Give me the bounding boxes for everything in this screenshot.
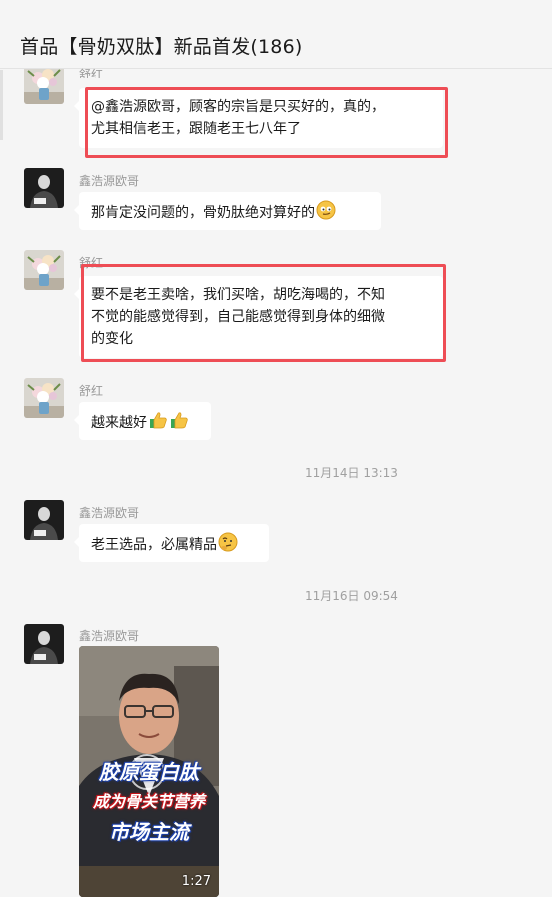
message-line: @鑫浩源欧哥，顾客的宗旨是只买好的，真的，	[91, 99, 385, 115]
message-sender: 鑫浩源欧哥	[79, 629, 140, 643]
avatar-flower-vase[interactable]	[24, 250, 64, 290]
message-line: 老王选品，必属精品	[91, 537, 217, 553]
message-line: 不觉的能感觉得到，自己能感觉得到身体的细微	[91, 309, 385, 325]
flower-vase-icon	[24, 378, 64, 418]
thumbs-up-emoji-icon	[150, 412, 167, 429]
message-line: 越来越好	[91, 415, 147, 431]
flower-vase-icon	[24, 250, 64, 290]
video-caption-line: 市场主流	[109, 820, 189, 844]
avatar-man[interactable]	[24, 168, 64, 208]
avatar-man[interactable]	[24, 624, 64, 664]
chat-title[interactable]: 首品【骨奶双肽】新品首发(186)	[20, 32, 303, 59]
timestamp-text: 11月14日 13:13	[305, 466, 398, 480]
message-sender: 舒红	[79, 68, 104, 78]
message-bubble[interactable]: 老王选品，必属精品	[74, 524, 269, 562]
message-bubble[interactable]: @鑫浩源欧哥，顾客的宗旨是只买好的，真的， 尤其相信老王，跟随老王七八年了	[74, 88, 443, 148]
man-portrait-icon	[24, 624, 64, 664]
timestamp-text: 11月16日 09:54	[305, 589, 398, 603]
message-bubble[interactable]: 越来越好	[74, 402, 211, 440]
avatar-flower-vase[interactable]	[24, 378, 64, 418]
message-sender: 舒红	[79, 256, 104, 270]
avatar-man[interactable]	[24, 500, 64, 540]
flower-vase-icon	[24, 69, 64, 104]
smirk-emoji-icon	[316, 200, 336, 220]
message-line: 尤其相信老王，跟随老王七八年了	[91, 121, 301, 137]
message-sender: 鑫浩源欧哥	[79, 506, 140, 520]
man-portrait-icon	[24, 168, 64, 208]
message-sender: 舒红	[79, 384, 104, 398]
message-line: 的变化	[91, 331, 133, 347]
thinking-emoji-icon	[218, 532, 238, 552]
thumbs-up-emoji-icon	[171, 412, 188, 429]
message-sender: 鑫浩源欧哥	[79, 174, 140, 188]
message-line: 那肯定没问题的，骨奶肽绝对算好的	[91, 205, 315, 221]
man-portrait-icon	[24, 500, 64, 540]
video-duration: 1:27	[181, 874, 211, 889]
chat-header: 首品【骨奶双肽】新品首发(186)	[0, 0, 552, 69]
video-caption-line: 成为骨关节营养	[92, 792, 205, 811]
message-bubble[interactable]: 那肯定没问题的，骨奶肽绝对算好的	[74, 192, 381, 230]
avatar-flower-vase[interactable]	[24, 69, 64, 104]
message-line: 要不是老王卖啥，我们买啥，胡吃海喝的，不知	[91, 287, 385, 303]
video-caption-line: 胶原蛋白肽	[99, 760, 199, 784]
message-bubble[interactable]: 要不是老王卖啥，我们买啥，胡吃海喝的，不知 不觉的能感觉得到，自己能感觉得到身体…	[74, 276, 443, 358]
video-message[interactable]: 胶原蛋白肽 成为骨关节营养 市场主流 1:27	[79, 646, 219, 897]
